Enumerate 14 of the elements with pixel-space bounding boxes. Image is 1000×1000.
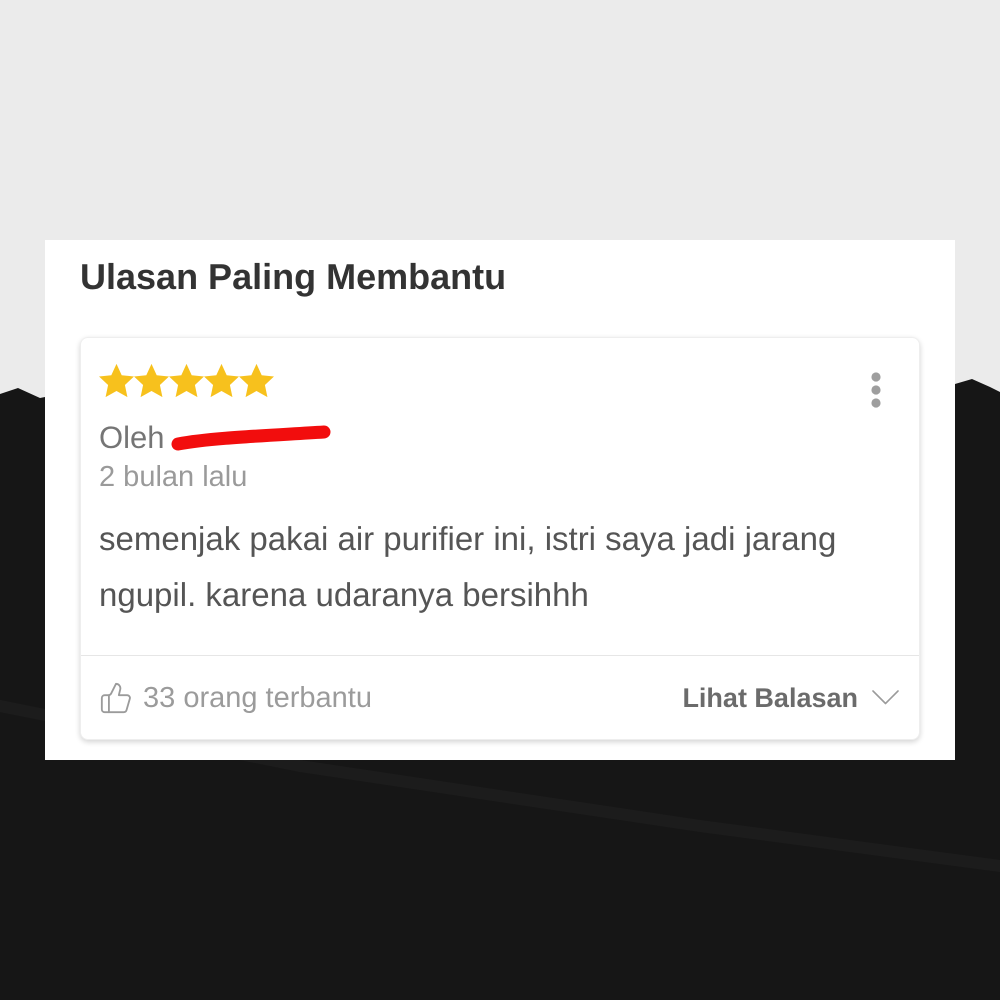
chevron-down-icon [872,690,899,705]
thumbs-up-icon [99,680,133,714]
helpful-button[interactable]: 33 orang terbantu [99,680,372,714]
star-icon [204,363,239,398]
author-label: Oleh [99,420,164,456]
star-icon [239,363,274,398]
star-icon [169,363,204,398]
view-replies-button[interactable]: Lihat Balasan [682,680,899,714]
section-title: Ulasan Paling Membantu [80,256,506,298]
star-icon [134,363,169,398]
review-time: 2 bulan lalu [99,460,248,494]
more-menu-icon[interactable] [870,372,882,408]
review-text: semenjak pakai air purifier ini, istri saya jadi jarang ngupil. karena udaranya bersihhh [99,519,838,615]
star-icon [99,363,134,398]
